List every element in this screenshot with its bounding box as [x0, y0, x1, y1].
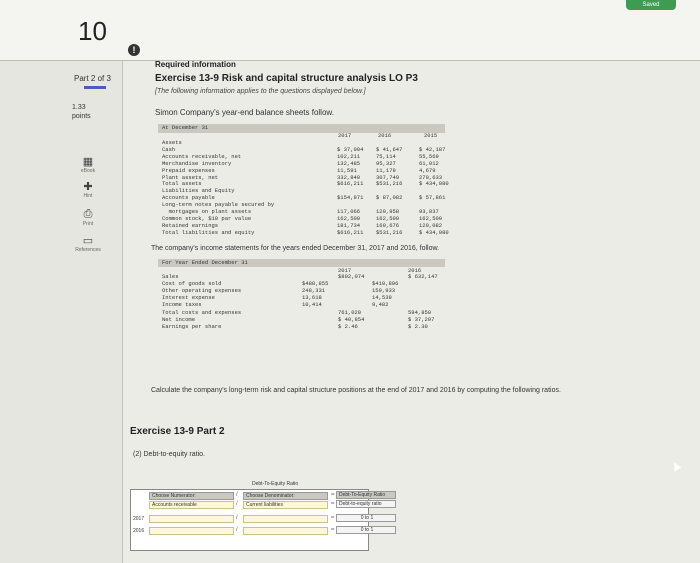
is-cell: 10,414	[302, 301, 322, 309]
info-note: [The following information applies to th…	[155, 88, 366, 95]
part-indicator: Part 2 of 3	[74, 74, 111, 83]
is-row-label: Earnings per share	[162, 322, 222, 330]
sidebar-item-ebook[interactable]: ▦ eBook	[80, 155, 102, 174]
ratio-table: Choose Numerator: / Choose Denominator: …	[130, 489, 369, 551]
divide-slash: /	[236, 527, 238, 533]
references-icon: ▭	[82, 235, 94, 247]
result-label: Debt-to-equity ratio	[336, 500, 396, 508]
sidebar-item-label: References	[75, 247, 101, 253]
book-icon: ▦	[82, 156, 94, 168]
is-cell: $ 632,147	[408, 273, 438, 280]
income-statement-intro: The company's income statements for the …	[151, 245, 440, 252]
is-cell: $ 2.46	[338, 322, 358, 330]
exercise-part-title: Exercise 13-9 Part 2	[130, 426, 225, 437]
points-label: points	[72, 113, 91, 120]
is-cell: $ 2.30	[408, 322, 428, 330]
sidebar-item-hint[interactable]: ✚ Hint	[80, 180, 102, 199]
is-cell: $802,074	[338, 273, 365, 280]
denominator-select[interactable]: Current liabilities	[243, 501, 328, 509]
is-cell: 594,850	[408, 308, 432, 316]
bs-cell: $154,971	[337, 194, 364, 202]
divide-slash: /	[236, 515, 238, 521]
sidebar-item-label: Print	[82, 221, 94, 227]
is-cell: 761,020	[338, 308, 362, 316]
question-number: 10	[78, 16, 107, 46]
bs-cell: $ 434,080	[419, 228, 449, 236]
bs-cell: $616,211	[337, 180, 364, 188]
bs-year-2017: 2017	[338, 132, 352, 139]
row-label-2017: 2017	[133, 516, 145, 522]
is-row-label: Total costs and expenses	[162, 308, 242, 316]
balance-sheet-header: At December 31	[162, 124, 209, 131]
part-progress-bar	[84, 86, 106, 89]
equals-sign: =	[331, 515, 335, 521]
points-number: 1.33	[72, 104, 86, 111]
divide-slash: /	[236, 492, 238, 498]
bs-year-2015: 2015	[424, 132, 438, 139]
alert-icon: !	[128, 44, 140, 56]
bs-cell: $531,216	[376, 180, 403, 188]
equals-sign: =	[331, 527, 335, 533]
bs-cell: $531,216	[376, 228, 403, 236]
numerator-header: Choose Numerator:	[149, 492, 234, 500]
denominator-header: Choose Denominator:	[243, 492, 328, 500]
is-row-label: Income taxes	[162, 301, 202, 309]
hint-icon: ✚	[83, 181, 93, 193]
result-header: Debt-To-Equity Ratio	[336, 491, 396, 499]
divide-slash: /	[236, 501, 238, 507]
exercise-title: Exercise 13-9 Risk and capital structure…	[155, 73, 418, 84]
bs-cell: $ 87,082	[376, 194, 403, 202]
sidebar-item-print[interactable]: ⎙ Print	[80, 208, 102, 227]
balance-sheet-intro: Simon Company's year-end balance sheets …	[155, 108, 334, 117]
sidebar-item-label: Hint	[83, 193, 93, 199]
sidebar-item-references[interactable]: ▭ References	[75, 234, 102, 253]
bs-year-2016: 2016	[378, 132, 392, 139]
numerator-input-2016[interactable]	[149, 527, 234, 535]
is-cell: 9,482	[372, 301, 389, 309]
bs-row-label: Total liabilities and equity	[162, 228, 255, 236]
numerator-select[interactable]: Accounts receivable	[149, 501, 234, 509]
denominator-input-2016[interactable]	[243, 527, 328, 535]
sidebar-item-label: eBook	[80, 168, 96, 174]
required-heading: Required information	[155, 60, 236, 69]
equals-sign: =	[331, 492, 335, 498]
print-icon: ⎙	[83, 208, 93, 220]
equals-sign: =	[331, 501, 335, 507]
denominator-input-2017[interactable]	[243, 515, 328, 523]
sidebar	[0, 61, 122, 563]
ratio-table-title: Debt-To-Equity Ratio	[252, 481, 299, 487]
result-2017: 0 to 1	[336, 514, 396, 522]
sub-question: (2) Debt-to-equity ratio.	[133, 451, 205, 458]
ratio-result-column: Debt-To-Equity Ratio Debt-to-equity rati…	[336, 491, 426, 549]
save-status-button[interactable]: Saved	[626, 0, 676, 10]
income-header: For Year Ended December 31	[162, 259, 248, 266]
result-2016: 0 to 1	[336, 526, 396, 534]
calculation-instructions: Calculate the company's long-term risk a…	[151, 387, 561, 394]
bs-cell: $616,211	[337, 228, 364, 236]
row-label-2016: 2016	[133, 528, 145, 534]
bs-cell: $ 57,861	[419, 194, 446, 202]
numerator-input-2017[interactable]	[149, 515, 234, 523]
points-value: 1.33 points	[72, 103, 91, 121]
bs-cell: $ 434,080	[419, 180, 449, 188]
